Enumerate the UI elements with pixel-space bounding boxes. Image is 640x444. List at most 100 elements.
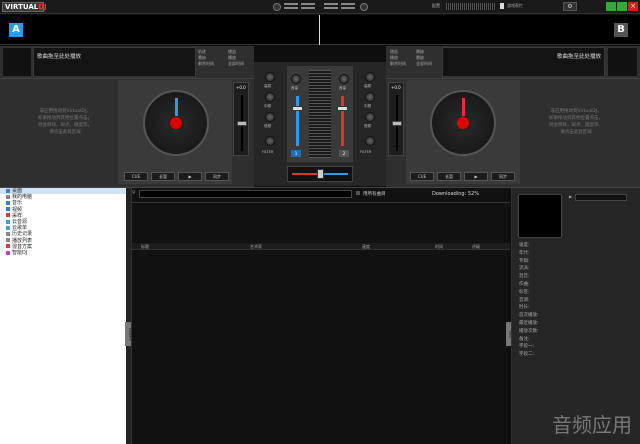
top-button[interactable]: [284, 3, 298, 5]
waveform-area[interactable]: [0, 15, 640, 45]
platter-center: [456, 116, 470, 130]
folder-icon: [6, 200, 10, 205]
hint-line: 如果拖动到其他位置点击，: [549, 116, 603, 121]
headphone-right-button[interactable]: 2: [339, 150, 349, 157]
deck-right-total: 全部时间: [416, 61, 432, 66]
crossfader-handle[interactable]: [317, 169, 324, 179]
folder-icon: [6, 188, 10, 193]
hint-line: 请点击此处区域: [560, 130, 592, 135]
settings-gear-icon[interactable]: ⚙: [563, 2, 577, 11]
top-button[interactable]: [301, 3, 315, 5]
tree-item-label: 音乐: [12, 200, 23, 207]
info-fields: 速度: 年代: 专辑: 流派: 混音: 作曲: 标签: 音调: 时长: 首次播放: 最近播放: 播放次…: [512, 242, 640, 359]
tree-item-label: 历史记录: [12, 231, 33, 238]
tree-item-label: 采样: [12, 212, 23, 219]
deck-left-cue-button[interactable]: CUE: [124, 172, 148, 181]
help-label[interactable]: 游戏帮忙: [507, 3, 523, 9]
app-logo: VIRTUALDJ: [2, 2, 47, 12]
master-knob-left[interactable]: [273, 3, 281, 11]
cpu-meter: [446, 3, 496, 10]
deck-left: 歌曲拖至此处播放 轨迹 需缺 剩余时间 增益 播放 全部时间 非应用拖动到Vir…: [0, 46, 254, 187]
col-time[interactable]: 时间: [435, 244, 443, 250]
tree-item[interactable]: 智能DJ: [0, 250, 126, 256]
minimize-button[interactable]: [606, 2, 616, 11]
folder-icon: [6, 207, 10, 212]
info-field-label: 标签:: [519, 289, 530, 295]
deck-right-cue-button[interactable]: CUE: [410, 172, 434, 181]
eq-right-mid-knob[interactable]: [365, 92, 375, 102]
filter-right-knob[interactable]: [365, 136, 375, 146]
deck-a-letter: A: [9, 23, 23, 37]
play-small-icon[interactable]: ▶: [569, 195, 573, 199]
info-field-label: 备注:: [519, 336, 530, 342]
info-field-label: 年代:: [519, 250, 530, 256]
eq-left-low-label: 低频: [264, 124, 271, 128]
eq-right-high-knob[interactable]: [365, 72, 375, 82]
deck-right-play-button[interactable]: ▶: [464, 172, 488, 181]
hint-line: 则会移除，硕点，跳蛋等，: [38, 123, 92, 128]
col-rating[interactable]: 评级: [472, 244, 480, 250]
volume-fader-right[interactable]: [337, 106, 348, 111]
deck-right-platter[interactable]: [430, 90, 496, 156]
master-knob-right[interactable]: [360, 3, 368, 11]
col-title[interactable]: 标题: [141, 244, 149, 250]
info-dropdown[interactable]: [575, 194, 627, 201]
col-bpm[interactable]: 速度: [362, 244, 370, 250]
eq-left-low-knob[interactable]: [265, 112, 275, 122]
filter-right-label: FILTER: [360, 150, 372, 154]
close-button[interactable]: ×: [628, 2, 638, 11]
pitch-value: +0.0: [391, 85, 401, 90]
info-field-label: 首次播放:: [519, 313, 539, 319]
gain-right-knob[interactable]: [339, 74, 349, 84]
eq-right-low-knob[interactable]: [365, 112, 375, 122]
deck-left-drop-hint: 非应用拖动到VirtualDJ， 如果拖动到其他位置点击， 则会移除，硕点，跳蛋…: [15, 108, 115, 136]
info-field-label: 时长:: [519, 305, 530, 311]
tree-item-label: 智能DJ: [12, 250, 28, 257]
gain-left-knob[interactable]: [291, 74, 301, 84]
eq-left-mid-knob[interactable]: [265, 92, 275, 102]
deck-right-sync-button[interactable]: 同步: [491, 172, 515, 181]
pitch-handle[interactable]: [237, 121, 247, 126]
folder-tree-list: 桌面 我的电脑 音乐 视频 采样 云音源 云歌单 历史记录 播放列表 混音方案 智能DJ: [0, 188, 126, 256]
eq-left-high-label: 高频: [264, 84, 271, 88]
deck-left-platter[interactable]: [143, 90, 209, 156]
deck-right-pitch-slider[interactable]: +0.0: [388, 82, 404, 156]
deck-left-song-box[interactable]: 歌曲拖至此处播放: [33, 47, 196, 77]
headphone-left-button[interactable]: 1: [291, 150, 301, 157]
gain-right-label: 音量: [339, 86, 346, 90]
tree-item-label: 混音方案: [12, 243, 33, 250]
search-input[interactable]: [139, 190, 352, 198]
folder-icon: [6, 244, 10, 249]
col-artist[interactable]: 艺术家: [250, 244, 262, 250]
eq-left-high-knob[interactable]: [265, 72, 275, 82]
top-button[interactable]: [324, 3, 338, 5]
deck-left-sync-button[interactable]: 同步: [205, 172, 229, 181]
column-header-row: 标题 艺术家 速度 时间 评级: [132, 243, 510, 250]
download-status: Downloading: 52%: [432, 191, 479, 197]
help-icon[interactable]: [500, 3, 504, 9]
hint-line: 则会移除，硕点，跳蛋等，: [549, 123, 603, 128]
config-label[interactable]: 配置: [432, 3, 440, 9]
top-button[interactable]: [301, 7, 315, 9]
watermark: 音频应用: [552, 413, 632, 437]
deck-right-song-box[interactable]: 歌曲拖至此处播放: [442, 47, 605, 77]
info-field-label: 播放次数:: [519, 328, 539, 334]
top-button[interactable]: [284, 7, 298, 9]
filter-left-knob[interactable]: [265, 136, 275, 146]
deck-left-pause-button[interactable]: 长暂: [151, 172, 175, 181]
deck-left-play-button[interactable]: ▶: [178, 172, 202, 181]
pitch-handle[interactable]: [392, 121, 402, 126]
top-button[interactable]: [324, 7, 338, 9]
folder-icon: [6, 225, 10, 230]
maximize-button[interactable]: [617, 2, 627, 11]
deck-right-pause-button[interactable]: 长暂: [437, 172, 461, 181]
deck-b-letter: B: [614, 23, 628, 37]
filter-icon[interactable]: [356, 191, 360, 195]
folder-icon: [6, 213, 10, 218]
top-button[interactable]: [341, 3, 355, 5]
deck-left-pitch-slider[interactable]: +0.0: [233, 82, 249, 156]
folder-icon: [6, 219, 10, 224]
filter-label[interactable]: 用所有曲目: [363, 191, 386, 197]
top-button[interactable]: [341, 7, 355, 9]
volume-fader-left[interactable]: [292, 106, 303, 111]
